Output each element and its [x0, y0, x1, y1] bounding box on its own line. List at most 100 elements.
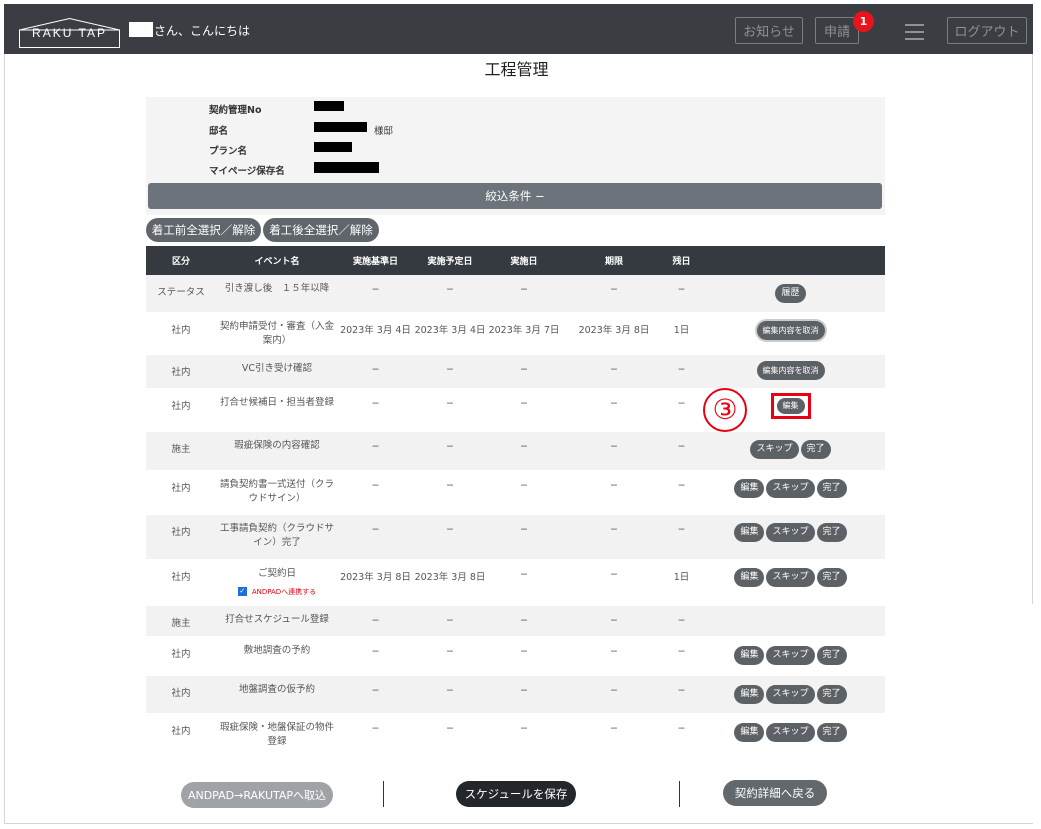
table-row: 社内 VC引き受け確認 − − − − − 編集内容を取消	[146, 354, 885, 389]
skip-button[interactable]: スキップ	[766, 684, 815, 704]
skip-button[interactable]: スキップ	[766, 522, 815, 542]
plan-name-redacted	[314, 142, 352, 152]
skip-button[interactable]: スキップ	[766, 722, 815, 742]
complete-button[interactable]: 完了	[816, 722, 847, 742]
due-cell: −	[561, 354, 667, 389]
actions-cell: 編集 スキップ 完了	[696, 470, 885, 515]
event-cell: ご契約日 ✓ ANDPADへ連携する	[216, 559, 338, 606]
edit-button[interactable]: 編集	[734, 567, 765, 587]
kubun-cell: 社内	[146, 713, 216, 756]
event-cell: 地盤調査の仮予約	[216, 675, 338, 714]
notice-button[interactable]: お知らせ	[735, 17, 803, 44]
kubun-cell: 施主	[146, 431, 216, 471]
table-row: 社内 地盤調査の仮予約 − − − − − 編集 スキップ 完了	[146, 675, 885, 714]
done-date-cell: −	[487, 675, 561, 714]
mypage-name-label: マイページ保存名	[209, 166, 285, 177]
edit-button[interactable]: 編集	[734, 522, 765, 542]
base-date-cell: 2023年 3月 4日	[338, 312, 413, 355]
skip-button[interactable]: スキップ	[766, 645, 815, 665]
done-date-cell: 2023年 3月 7日	[487, 312, 561, 355]
table-row: 社内 敷地調査の予約 − − − − − 編集 スキップ 完了	[146, 636, 885, 676]
user-name-redacted	[129, 22, 153, 37]
edit-button[interactable]: 編集	[734, 684, 765, 704]
andpad-import-button[interactable]: ANDPAD→RAKUTAPへ取込	[181, 782, 333, 808]
cancel-edit-button[interactable]: 編集内容を取消	[756, 320, 825, 340]
andpad-link-checkbox[interactable]: ✓ ANDPADへ連携する	[237, 585, 316, 599]
event-cell: 打合せ候補日・担当者登録	[216, 388, 338, 432]
table-row: 社内 請負契約書一式送付（クラウドサイン） − − − − − 編集 スキップ 完了	[146, 470, 885, 515]
table-row: 社内 打合せ候補日・担当者登録 − − − − − 編集	[146, 388, 885, 432]
remain-cell: −	[667, 514, 696, 560]
base-date-cell: −	[338, 675, 413, 714]
base-date-cell: −	[338, 275, 413, 313]
complete-button[interactable]: 完了	[816, 684, 847, 704]
skip-button[interactable]: スキップ	[766, 567, 815, 587]
contract-no-label: 契約管理No	[209, 105, 262, 116]
filter-toggle[interactable]: 絞込条件 −	[148, 183, 882, 209]
plan-date-cell: −	[413, 605, 487, 637]
skip-button[interactable]: スキップ	[766, 478, 815, 498]
remain-cell: 1日	[667, 559, 696, 606]
divider	[679, 781, 680, 807]
col-remain: 残日	[667, 246, 696, 275]
col-kubun: 区分	[146, 246, 216, 275]
event-cell: 瑕疵保険・地盤保証の物件登録	[216, 713, 338, 756]
kubun-cell: ステータス	[146, 275, 216, 313]
done-date-cell: −	[487, 559, 561, 606]
event-cell: 引き渡し後 １５年以降	[216, 275, 338, 313]
col-event: イベント名	[216, 246, 338, 275]
due-cell: 2023年 3月 8日	[561, 312, 667, 355]
complete-button[interactable]: 完了	[816, 645, 847, 665]
base-date-cell: −	[338, 431, 413, 471]
event-name: ご契約日	[257, 567, 296, 579]
save-schedule-button[interactable]: スケジュールを保存	[456, 781, 576, 807]
cancel-edit-button[interactable]: 編集内容を取消	[756, 360, 825, 380]
back-to-contract-button[interactable]: 契約詳細へ戻る	[723, 780, 827, 806]
plan-date-cell: −	[413, 514, 487, 560]
logo[interactable]: RAKU TAP	[19, 18, 120, 48]
mypage-name-redacted	[314, 162, 379, 173]
hamburger-menu-icon[interactable]	[905, 24, 924, 40]
complete-button[interactable]: 完了	[800, 439, 831, 459]
app-header: RAKU TAP さん、こんにちは お知らせ 申請 1 ログアウト	[4, 4, 1033, 54]
remain-cell: −	[667, 713, 696, 756]
history-button[interactable]: 履歴	[775, 284, 806, 303]
due-cell: −	[561, 470, 667, 515]
base-date-cell: −	[338, 388, 413, 432]
table-header: 区分 イベント名 実施基準日 実施予定日 実施日 期限 残日	[146, 246, 885, 275]
done-date-cell: −	[487, 275, 561, 313]
logout-button[interactable]: ログアウト	[947, 17, 1027, 44]
notification-badge: 1	[853, 11, 874, 32]
plan-date-cell: −	[413, 675, 487, 714]
edit-button[interactable]: 編集	[734, 722, 765, 742]
house-suffix: 様邸	[374, 126, 394, 137]
done-date-cell: −	[487, 388, 561, 432]
table-row: 社内 工事請負契約（クラウドサイン）完了 − − − − − 編集 スキップ 完了	[146, 514, 885, 560]
skip-button[interactable]: スキップ	[750, 439, 799, 459]
edit-button[interactable]: 編集	[776, 397, 805, 414]
due-cell: −	[561, 675, 667, 714]
actions-cell: 編集 スキップ 完了	[696, 675, 885, 714]
table-row: 社内 瑕疵保険・地盤保証の物件登録 − − − − − 編集 スキップ 完了	[146, 713, 885, 756]
edit-button[interactable]: 編集	[734, 478, 765, 498]
remain-cell: 1日	[667, 312, 696, 355]
select-after-button[interactable]: 着工後全選択／解除	[263, 218, 379, 242]
page-title: 工程管理	[484, 60, 549, 79]
done-date-cell: −	[487, 354, 561, 389]
remain-cell: −	[667, 636, 696, 676]
kubun-cell: 社内	[146, 312, 216, 355]
base-date-cell: −	[338, 605, 413, 637]
complete-button[interactable]: 完了	[816, 567, 847, 587]
select-before-button[interactable]: 着工前全選択／解除	[146, 218, 261, 242]
complete-button[interactable]: 完了	[816, 522, 847, 542]
done-date-cell: −	[487, 605, 561, 637]
edit-button[interactable]: 編集	[734, 645, 765, 665]
remain-cell: −	[667, 275, 696, 313]
complete-button[interactable]: 完了	[816, 478, 847, 498]
done-date-cell: −	[487, 713, 561, 756]
table-row: 社内 契約申請受付・審査（入金案内） 2023年 3月 4日 2023年 3月 …	[146, 312, 885, 355]
col-base-date: 実施基準日	[338, 246, 413, 275]
due-cell: −	[561, 605, 667, 637]
actions-cell: 編集 スキップ 完了	[696, 514, 885, 560]
kubun-cell: 社内	[146, 388, 216, 432]
